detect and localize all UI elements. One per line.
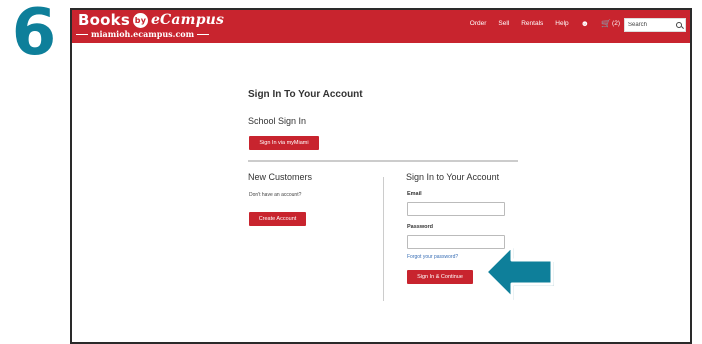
school-signin-title: School Sign In — [248, 116, 307, 126]
create-account-button[interactable]: Create Account — [249, 212, 306, 226]
arrow-left-icon — [484, 244, 554, 300]
logo-rule-left — [76, 33, 88, 35]
forgot-password-link[interactable]: Forgot your password? — [407, 254, 458, 260]
logo-rule-right — [197, 33, 210, 35]
logo-by-badge: by — [132, 12, 148, 28]
search-box — [624, 18, 686, 32]
signin-continue-button[interactable]: Sign In & Continue — [407, 270, 473, 284]
search-icon[interactable] — [676, 22, 682, 28]
page-title: Sign In To Your Account — [248, 89, 363, 100]
logo-subtitle-text: miamioh.ecampus.com — [91, 29, 195, 39]
search-input[interactable] — [628, 22, 672, 28]
site-header: Books by eCampus miamioh.ecampus.com Ord… — [72, 10, 690, 43]
cart-icon: 🛒 — [601, 19, 612, 28]
new-customers-title: New Customers — [248, 172, 313, 182]
password-label: Password — [407, 224, 433, 230]
email-field[interactable] — [407, 202, 505, 216]
nav-order-link[interactable]: Order — [470, 20, 487, 27]
cart-count: (2) — [612, 20, 620, 27]
section-divider — [248, 160, 518, 162]
column-divider — [383, 177, 384, 301]
logo-subtitle: miamioh.ecampus.com — [76, 29, 210, 39]
logo[interactable]: Books by eCampus — [78, 11, 224, 29]
browser-frame: Books by eCampus miamioh.ecampus.com Ord… — [70, 8, 692, 344]
email-label: Email — [407, 191, 422, 197]
account-signin-title: Sign In to Your Account — [406, 172, 500, 182]
top-nav: Order Sell Rentals Help ☻ 🛒 (2) — [470, 19, 620, 28]
logo-books-text: Books — [78, 11, 130, 29]
step-number: 6 — [11, 0, 57, 70]
no-account-text: Don't have an account? — [249, 192, 302, 198]
user-icon[interactable]: ☻ — [581, 19, 589, 28]
nav-rentals-link[interactable]: Rentals — [521, 20, 543, 27]
logo-ecampus-text: eCampus — [150, 12, 225, 28]
signin-content: Sign In To Your Account School Sign In S… — [72, 43, 690, 342]
cart-button[interactable]: 🛒 (2) — [601, 19, 620, 28]
nav-help-link[interactable]: Help — [555, 20, 568, 27]
nav-sell-link[interactable]: Sell — [498, 20, 509, 27]
signin-myMiami-button[interactable]: Sign In via myMiami — [249, 136, 319, 150]
